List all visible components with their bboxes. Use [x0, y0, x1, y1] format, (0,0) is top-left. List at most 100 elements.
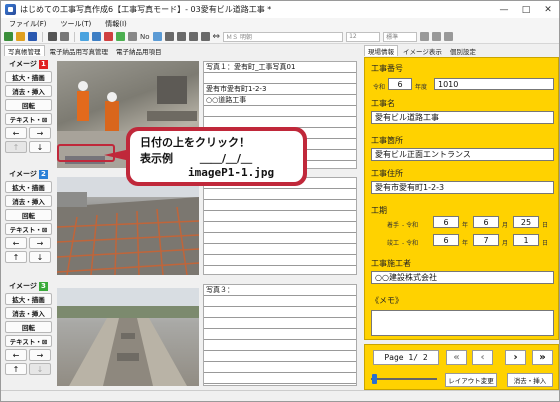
construction-location-field[interactable]: 愛有ビル正面エントランス — [371, 148, 554, 161]
tab-e-delivery-items[interactable]: 電子納品用項目 — [113, 45, 165, 56]
contractor-field[interactable]: ○○建設株式会社 — [371, 271, 554, 284]
move-up-button[interactable]: ↑ — [5, 251, 27, 263]
font-name-select[interactable]: ＭＳ 明朝 — [223, 31, 344, 42]
last-page-button[interactable]: » — [532, 350, 553, 365]
end-day-field[interactable]: 1 — [513, 234, 539, 246]
tool-icon[interactable] — [128, 32, 137, 41]
first-page-button[interactable]: « — [446, 350, 467, 365]
move-left-button[interactable]: ← — [5, 237, 27, 249]
fiscal-year-field[interactable]: 6 — [388, 78, 412, 90]
move-left-button[interactable]: ← — [5, 349, 27, 361]
text-line[interactable]: 写真３： — [204, 285, 356, 296]
photo-3-text-area[interactable]: 写真３： — [203, 284, 357, 386]
text-line[interactable] — [204, 362, 356, 373]
move-right-button[interactable]: → — [29, 127, 51, 139]
add-page-icon[interactable] — [80, 32, 89, 41]
delete-page-icon[interactable] — [104, 32, 113, 41]
text-line[interactable] — [204, 211, 356, 222]
number-button[interactable]: No — [140, 33, 150, 41]
tab-photo-book[interactable]: 写真帳管理 — [4, 45, 45, 56]
text-line[interactable]: 愛有市愛有町1-2-3 — [204, 84, 356, 95]
text-button[interactable]: テキスト・⊠ — [5, 335, 52, 347]
minimize-button[interactable]: — — [493, 1, 515, 18]
new-icon[interactable] — [4, 32, 13, 41]
print-preview-icon[interactable] — [60, 32, 69, 41]
start-month-field[interactable]: 6 — [473, 216, 499, 228]
font-size-select[interactable]: 12 — [346, 31, 381, 42]
move-left-button[interactable]: ← — [5, 127, 27, 139]
move-down-button[interactable]: ↓ — [29, 251, 51, 263]
previous-page-button[interactable]: ‹ — [472, 350, 493, 365]
text-button[interactable]: テキスト・⊠ — [5, 113, 52, 125]
construction-number-field[interactable]: 1010 — [434, 78, 554, 90]
photo-3[interactable] — [57, 288, 199, 386]
text-line[interactable] — [204, 200, 356, 211]
enlarge-draw-button[interactable]: 拡大・描画 — [5, 71, 52, 83]
open-folder-icon[interactable] — [16, 32, 25, 41]
text-line[interactable] — [204, 307, 356, 318]
menu-info[interactable]: 情報(I) — [105, 19, 127, 29]
text-line[interactable]: 写真１：愛有町_工事写真01 — [204, 62, 356, 73]
move-up-button[interactable]: ↑ — [5, 141, 27, 153]
move-right-icon[interactable] — [200, 32, 210, 41]
tab-e-delivery-photos[interactable]: 電子納品用写真管理 — [47, 45, 112, 56]
photo-2-text-area[interactable] — [203, 177, 357, 275]
memo-field[interactable] — [371, 310, 554, 336]
move-down-button[interactable]: ↓ — [29, 141, 51, 153]
photo-2[interactable] — [57, 177, 199, 275]
text-line[interactable] — [204, 373, 356, 384]
text-line[interactable] — [204, 255, 356, 266]
move-left-icon[interactable] — [188, 32, 198, 41]
text-line[interactable]: ○○道路工事 — [204, 95, 356, 106]
zoom-slider[interactable] — [371, 374, 437, 384]
menu-file[interactable]: ファイル(F) — [9, 19, 47, 29]
close-button[interactable]: ✕ — [537, 1, 559, 18]
text-line[interactable] — [204, 189, 356, 200]
sort-icon[interactable] — [152, 32, 162, 41]
erase-insert-button[interactable]: 消去・挿入 — [5, 307, 52, 319]
text-line[interactable] — [204, 318, 356, 329]
rotate-button[interactable]: 回転 — [5, 99, 52, 111]
page-erase-insert-button[interactable]: 消去・挿入 — [507, 373, 553, 387]
swap-icon[interactable]: ⇔ — [213, 32, 221, 42]
text-line[interactable] — [204, 233, 356, 244]
font-style-select[interactable]: 標準 — [383, 31, 418, 42]
start-year-field[interactable]: 6 — [433, 216, 459, 228]
move-up-icon[interactable] — [164, 32, 174, 41]
text-line[interactable] — [204, 244, 356, 255]
end-month-field[interactable]: 7 — [473, 234, 499, 246]
copy-page-icon[interactable] — [92, 32, 101, 41]
move-down-icon[interactable] — [176, 32, 186, 41]
text-line[interactable] — [204, 340, 356, 351]
text-line[interactable] — [204, 222, 356, 233]
save-icon[interactable] — [28, 32, 37, 41]
text-line[interactable] — [204, 296, 356, 307]
erase-insert-button[interactable]: 消去・挿入 — [5, 85, 52, 97]
move-right-button[interactable]: → — [29, 349, 51, 361]
enlarge-draw-button[interactable]: 拡大・描画 — [5, 181, 52, 193]
text-button[interactable]: テキスト・⊠ — [5, 223, 52, 235]
start-day-field[interactable]: 25 — [513, 216, 539, 228]
tab-image-view[interactable]: イメージ表示 — [400, 45, 445, 56]
move-right-button[interactable]: → — [29, 237, 51, 249]
menu-tools[interactable]: ツール(T) — [61, 19, 92, 29]
tab-site-info[interactable]: 現場情報 — [364, 45, 398, 56]
print-icon[interactable] — [48, 32, 57, 41]
maximize-button[interactable]: □ — [515, 1, 537, 18]
text-line[interactable] — [204, 351, 356, 362]
rotate-button[interactable]: 回転 — [5, 321, 52, 333]
enlarge-draw-button[interactable]: 拡大・描画 — [5, 293, 52, 305]
bold-icon[interactable] — [420, 32, 430, 41]
color-icon[interactable] — [444, 32, 454, 41]
align-icon[interactable] — [432, 32, 442, 41]
photo-icon[interactable] — [116, 32, 125, 41]
text-line[interactable] — [204, 73, 356, 84]
end-year-field[interactable]: 6 — [433, 234, 459, 246]
text-line[interactable] — [204, 106, 356, 117]
rotate-button[interactable]: 回転 — [5, 209, 52, 221]
move-down-button[interactable]: ↓ — [29, 363, 51, 375]
layout-change-button[interactable]: レイアウト変更 — [445, 373, 497, 387]
construction-name-field[interactable]: 愛有ビル道路工事 — [371, 111, 554, 124]
next-page-button[interactable]: › — [505, 350, 526, 365]
move-up-button[interactable]: ↑ — [5, 363, 27, 375]
